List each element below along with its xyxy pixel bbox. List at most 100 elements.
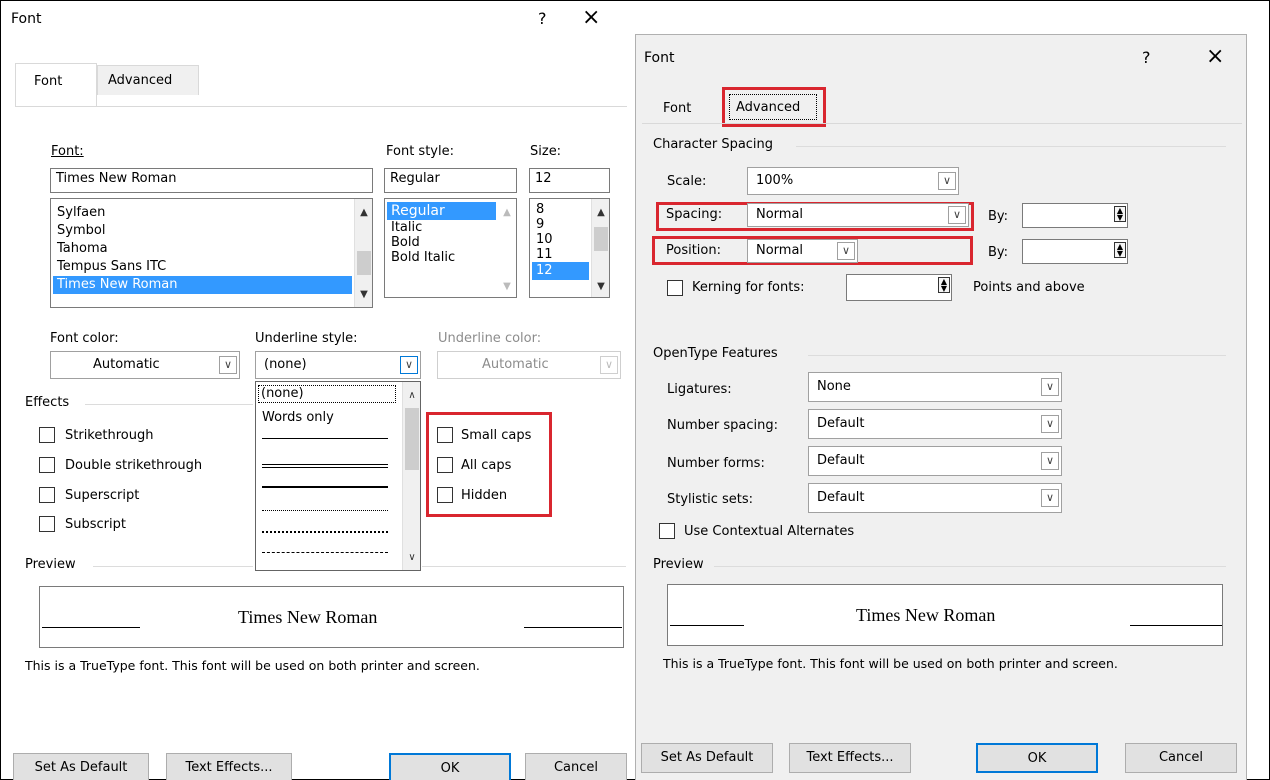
ok-button[interactable]: OK	[389, 753, 511, 780]
strikethrough-label[interactable]: Strikethrough	[65, 428, 153, 443]
spinner-arrows-icon[interactable]: ▲ ▼	[1114, 206, 1126, 222]
right-help-button[interactable]: ?	[1142, 48, 1151, 67]
subscript-label[interactable]: Subscript	[65, 517, 126, 532]
font-style-list[interactable]: Regular Italic Bold Bold Italic ▲ ▼	[384, 198, 517, 298]
underline-list-scrollbar[interactable]: ∧ ∨	[402, 382, 420, 570]
ligatures-dropdown[interactable]: None ∨	[808, 372, 1062, 402]
right-set-as-default-button[interactable]: Set As Default	[641, 743, 773, 773]
hidden-checkbox[interactable]	[437, 487, 453, 503]
underline-style-dropdown[interactable]: (none) ∨	[255, 351, 421, 379]
font-name-input[interactable]: Times New Roman	[50, 168, 373, 193]
set-as-default-button[interactable]: Set As Default	[13, 753, 149, 780]
font-style-scrollbar[interactable]: ▲ ▼	[498, 199, 516, 297]
chevron-down-icon[interactable]: ∨	[948, 206, 966, 224]
list-item[interactable]: Bold Italic	[387, 250, 496, 265]
size-list-scrollbar[interactable]: ▲ ▼	[591, 199, 609, 297]
chevron-down-icon[interactable]: ∨	[600, 356, 618, 374]
list-item[interactable]: 10	[532, 232, 589, 247]
font-color-dropdown[interactable]: Automatic ∨	[50, 351, 240, 379]
chevron-up-icon[interactable]: ▲	[592, 205, 609, 221]
position-dropdown[interactable]: Normal ∨	[747, 239, 858, 263]
double-strikethrough-checkbox[interactable]	[39, 457, 55, 473]
text-effects-button[interactable]: Text Effects...	[166, 753, 292, 780]
kerning-checkbox[interactable]	[667, 280, 683, 296]
list-item[interactable]: 8	[532, 202, 589, 217]
list-item[interactable]: 11	[532, 247, 589, 262]
kerning-spinner[interactable]: ▲ ▼	[846, 274, 952, 301]
chevron-up-icon[interactable]: ▲	[498, 205, 516, 221]
right-text-effects-button[interactable]: Text Effects...	[789, 743, 911, 773]
spacing-by-spinner[interactable]: ▲ ▼	[1022, 203, 1128, 228]
chevron-down-icon[interactable]: ∨	[1041, 415, 1059, 433]
double-strikethrough-label[interactable]: Double strikethrough	[65, 458, 202, 473]
right-cancel-button[interactable]: Cancel	[1125, 743, 1237, 773]
chevron-down-icon[interactable]: ∨	[1041, 452, 1059, 470]
left-tab-advanced[interactable]: Advanced	[97, 65, 199, 95]
underline-dotted[interactable]	[262, 510, 388, 511]
chevron-up-icon[interactable]: ▲	[355, 205, 372, 221]
font-style-input[interactable]: Regular	[384, 168, 517, 193]
underline-double[interactable]	[262, 464, 388, 468]
font-name-list[interactable]: Sylfaen Symbol Tahoma Tempus Sans ITC Ti…	[50, 198, 373, 308]
contextual-alternates-checkbox[interactable]	[659, 523, 675, 539]
spinner-arrows-icon[interactable]: ▲ ▼	[1114, 242, 1126, 258]
chevron-down-icon[interactable]: ∨	[1041, 378, 1059, 396]
list-item[interactable]: Sylfaen	[53, 204, 352, 222]
stylistic-sets-dropdown[interactable]: Default ∨	[808, 483, 1062, 513]
underline-dashed[interactable]	[262, 552, 388, 553]
chevron-down-icon[interactable]: ∨	[837, 242, 855, 260]
list-item[interactable]: Italic	[387, 220, 496, 235]
list-item[interactable]: Symbol	[53, 222, 352, 240]
underline-color-dropdown[interactable]: Automatic ∨	[437, 351, 621, 379]
hidden-label[interactable]: Hidden	[461, 488, 507, 503]
subscript-checkbox[interactable]	[39, 516, 55, 532]
chevron-down-icon[interactable]: ∨	[400, 356, 418, 374]
left-help-button[interactable]: ?	[538, 9, 547, 28]
underline-single[interactable]	[262, 438, 388, 439]
right-tab-advanced[interactable]: Advanced	[729, 94, 817, 120]
list-item[interactable]: Words only	[262, 410, 334, 425]
chevron-down-icon[interactable]: ∨	[1041, 489, 1059, 507]
small-caps-checkbox[interactable]	[437, 427, 453, 443]
chevron-up-icon[interactable]: ∧	[403, 388, 420, 404]
chevron-down-icon[interactable]: ∨	[219, 356, 237, 374]
list-item[interactable]: 9	[532, 217, 589, 232]
scale-dropdown[interactable]: 100% ∨	[747, 167, 959, 195]
right-close-button[interactable]: ×	[1206, 44, 1224, 69]
list-item-selected[interactable]: Times New Roman	[53, 276, 352, 294]
underline-thick[interactable]	[262, 486, 388, 488]
spinner-arrows-icon[interactable]: ▲ ▼	[938, 277, 950, 293]
underline-dotted-heavy[interactable]	[262, 531, 388, 533]
contextual-alternates-label[interactable]: Use Contextual Alternates	[684, 524, 854, 539]
font-list-scrollbar[interactable]: ▲ ▼	[354, 199, 372, 307]
right-tab-font[interactable]: Font	[663, 101, 691, 116]
chevron-down-icon[interactable]: ▼	[592, 279, 609, 295]
size-input[interactable]: 12	[529, 168, 610, 193]
list-item-selected[interactable]: 12	[532, 262, 589, 280]
number-forms-dropdown[interactable]: Default ∨	[808, 446, 1062, 476]
list-item[interactable]: Tahoma	[53, 240, 352, 258]
chevron-down-icon[interactable]: ∨	[938, 172, 956, 190]
position-by-spinner[interactable]: ▲ ▼	[1022, 239, 1128, 264]
all-caps-checkbox[interactable]	[437, 457, 453, 473]
left-tab-font[interactable]: Font	[15, 63, 97, 107]
chevron-down-icon[interactable]: ▼	[355, 287, 372, 303]
superscript-checkbox[interactable]	[39, 487, 55, 503]
kerning-label[interactable]: Kerning for fonts:	[692, 280, 805, 295]
right-ok-button[interactable]: OK	[976, 743, 1098, 773]
size-list[interactable]: 8 9 10 11 12 ▲ ▼	[529, 198, 610, 298]
strikethrough-checkbox[interactable]	[39, 427, 55, 443]
chevron-down-icon[interactable]: ▼	[498, 279, 516, 295]
superscript-label[interactable]: Superscript	[65, 488, 139, 503]
list-item[interactable]: Bold	[387, 235, 496, 250]
left-close-button[interactable]: ×	[582, 5, 600, 30]
all-caps-label[interactable]: All caps	[461, 458, 511, 473]
spacing-dropdown[interactable]: Normal ∨	[747, 203, 969, 227]
list-item-selected[interactable]: Regular	[387, 202, 496, 220]
underline-style-list[interactable]: (none) Words only ∧ ∨	[255, 381, 421, 571]
cancel-button[interactable]: Cancel	[525, 753, 627, 780]
number-spacing-dropdown[interactable]: Default ∨	[808, 409, 1062, 439]
list-item[interactable]: Tempus Sans ITC	[53, 258, 352, 276]
list-item-selected[interactable]: (none)	[258, 385, 396, 403]
small-caps-label[interactable]: Small caps	[461, 428, 531, 443]
